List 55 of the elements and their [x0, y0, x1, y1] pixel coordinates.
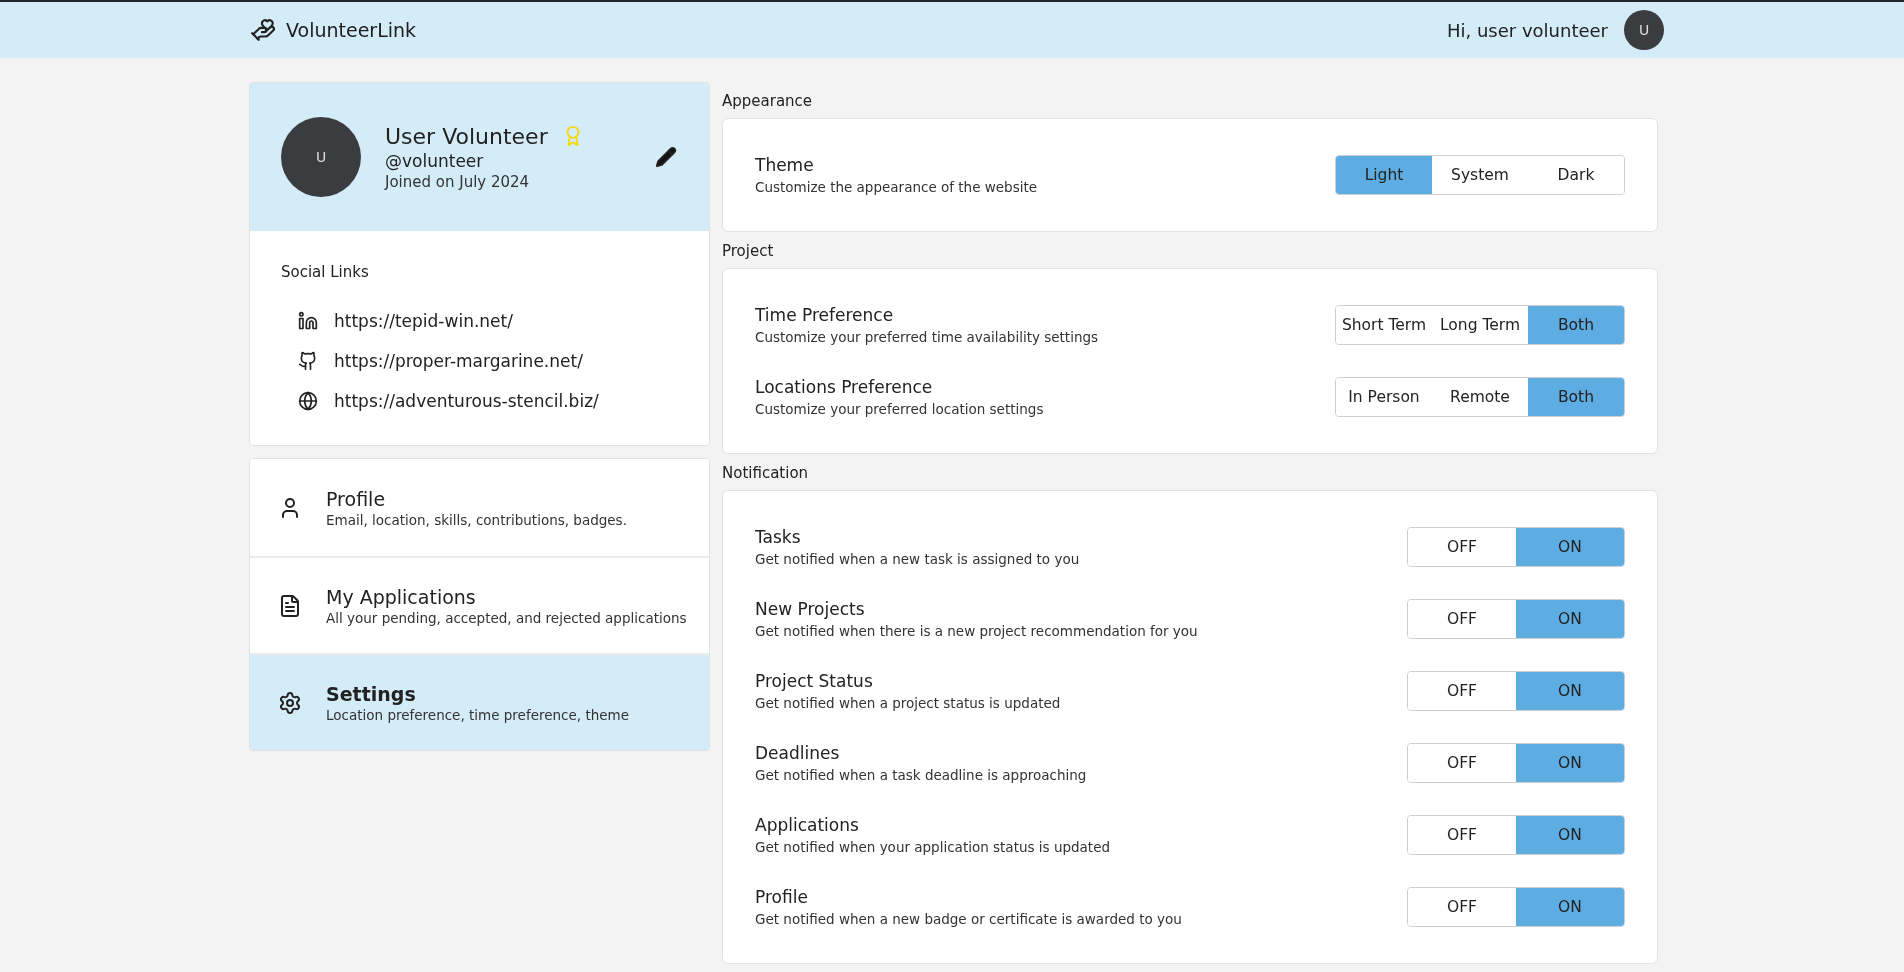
option-button[interactable]: ON: [1516, 888, 1624, 926]
social-link[interactable]: https://adventurous-stencil.biz/: [334, 391, 599, 411]
globe-icon: [298, 391, 318, 411]
option-button[interactable]: Both: [1528, 378, 1624, 416]
setting-description: Customize the appearance of the website: [755, 179, 1038, 195]
joined-date: Joined on July 2024: [385, 172, 531, 191]
setting-title: Time Preference: [755, 305, 895, 325]
menu-item-title: Profile: [326, 487, 387, 510]
option-button[interactable]: Both: [1528, 306, 1624, 344]
setting-title: Project Status: [755, 671, 874, 691]
setting-title: Locations Preference: [755, 377, 934, 397]
profile-handle: @volunteer: [385, 150, 485, 171]
setting-title: New Projects: [755, 599, 866, 619]
menu-item-subtitle: Email, location, skills, contributions, badges.: [326, 511, 627, 528]
social-links-title: Social Links: [281, 263, 370, 281]
setting-description: Customize your preferred time availability settings: [755, 329, 1099, 345]
setting-description: Get notified when a new task is assigned to you: [755, 551, 1080, 567]
section-title: Project: [722, 241, 775, 262]
menu-item-title: Settings: [326, 682, 417, 705]
menu-item-subtitle: Location preference, time preference, theme: [326, 706, 630, 723]
brand-name[interactable]: VolunteerLink: [286, 19, 417, 41]
setting-title: Applications: [755, 815, 860, 835]
social-link[interactable]: https://proper-margarine.net/: [334, 351, 583, 371]
profile-name: User Volunteer: [385, 123, 548, 149]
setting-description: Get notified when there is a new project recommendation for you: [755, 623, 1198, 639]
option-button[interactable]: ON: [1516, 744, 1624, 782]
greeting-text: Hi, user volunteer: [1446, 19, 1608, 41]
heart-hand-icon: [250, 17, 276, 43]
settings-icon: [278, 690, 302, 715]
profile-avatar: U: [281, 117, 361, 197]
menu-item[interactable]: Settings Location preference, time preference, theme: [250, 653, 709, 750]
setting-title: Deadlines: [755, 743, 841, 763]
setting-title: Tasks: [755, 527, 802, 547]
option-button[interactable]: ON: [1516, 600, 1624, 638]
setting-description: Get notified when a new badge or certificate is awarded to you: [755, 911, 1182, 927]
menu-item-subtitle: All your pending, accepted, and rejected applications: [326, 609, 687, 626]
linkedin-icon: [298, 311, 318, 331]
edit-icon[interactable]: [655, 146, 677, 168]
setting-title: Theme: [755, 155, 815, 175]
github-icon: [298, 351, 318, 371]
setting-description: Get notified when a project status is updated: [755, 695, 1061, 711]
section-title: Notification: [722, 463, 810, 484]
option-button[interactable]: ON: [1516, 816, 1624, 854]
menu-item-title: My Applications: [326, 585, 477, 608]
option-button[interactable]: Light: [1336, 156, 1432, 194]
option-button[interactable]: ON: [1516, 672, 1624, 710]
user-avatar[interactable]: U: [1624, 10, 1664, 50]
option-button[interactable]: ON: [1516, 528, 1624, 566]
setting-description: Customize your preferred location settings: [755, 401, 1044, 417]
setting-description: Get notified when your application status is updated: [755, 839, 1111, 855]
setting-title: Profile: [755, 887, 809, 907]
setting-description: Get notified when a task deadline is approaching: [755, 767, 1087, 783]
section-title: Appearance: [722, 91, 814, 112]
document-icon: [278, 593, 302, 618]
social-link[interactable]: https://tepid-win.net/: [334, 311, 513, 331]
